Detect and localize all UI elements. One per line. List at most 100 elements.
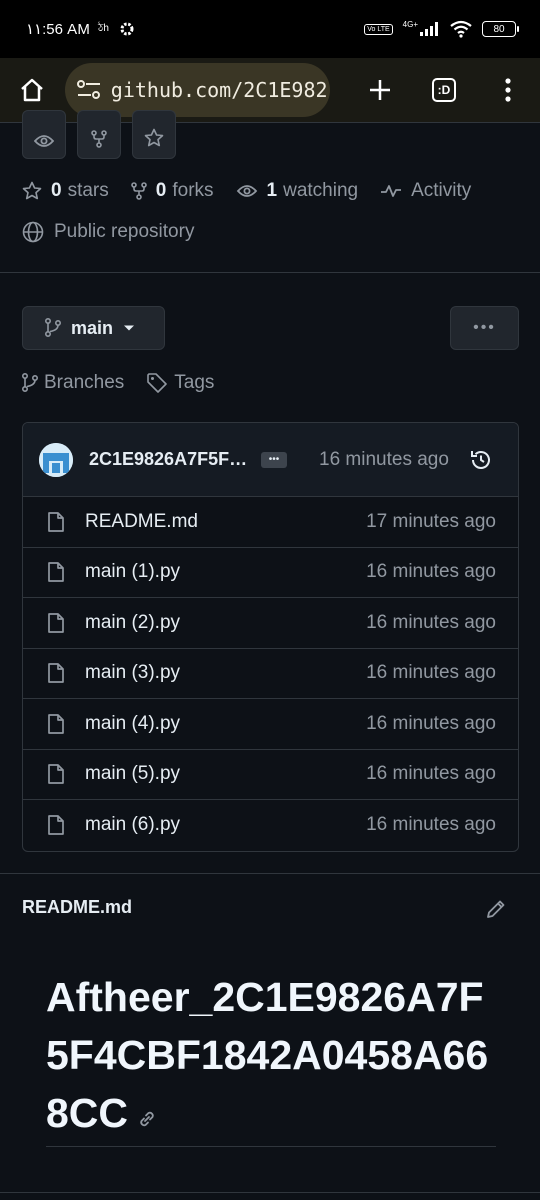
activity-link[interactable]: Activity [380,180,471,202]
title-underline [46,1146,496,1147]
file-time: 16 minutes ago [366,611,496,633]
status-right: Vo LTE 4G+ 80 [364,19,519,38]
status-time: ۱۱:56 AM [26,21,91,38]
readme-divider [0,873,540,874]
file-row[interactable]: main (3).py 16 minutes ago [23,649,518,699]
watching-label: watching [283,180,359,201]
commit-message[interactable]: 2C1E9826A7F5F… [89,449,249,470]
site-settings-icon[interactable] [75,76,103,104]
readme-filename[interactable]: README.md [22,897,132,918]
tab-count: :D [432,78,456,102]
battery-icon: 80 [482,21,519,37]
new-tab-button[interactable] [348,58,412,122]
star-icon [22,181,42,200]
avatar[interactable] [39,442,73,477]
forks-link[interactable]: 0 forks [130,180,214,202]
branch-links: Branches Tags [22,372,236,394]
branches-link[interactable]: Branches [22,372,124,394]
latest-commit[interactable]: 2C1E9826A7F5F… ••• 16 minutes ago [23,423,518,497]
file-name[interactable]: main (4).py [85,713,366,735]
branch-name: main [71,317,114,338]
wifi-icon [450,20,472,38]
file-time: 16 minutes ago [366,712,496,734]
watching-count: 1 [266,180,278,201]
tags-link[interactable]: Tags [146,372,214,394]
address-bar[interactable]: github.com/2C1E982 [64,63,330,117]
browser-actions: :D [348,58,540,122]
file-row[interactable]: main (1).py 16 minutes ago [23,548,518,598]
file-icon [48,612,64,633]
plus-icon [368,78,392,102]
network-type: 4G+ [402,19,418,29]
forks-label: forks [172,180,214,201]
watching-link[interactable]: 1 watching [236,180,359,202]
file-name[interactable]: main (3).py [85,662,366,684]
star-icon [144,128,164,148]
expand-commit-button[interactable]: ••• [261,451,287,468]
history-icon[interactable] [469,448,493,472]
section-divider [0,272,540,273]
more-options-button[interactable]: ••• [450,306,519,350]
file-time: 16 minutes ago [366,662,496,684]
pencil-icon[interactable] [485,898,507,925]
fork-icon [130,182,147,200]
branch-selector[interactable]: main [22,306,165,350]
repo-stats: 0 stars 0 forks 1 watching Activity [22,180,471,202]
home-icon [18,76,46,104]
file-name[interactable]: README.md [85,511,366,533]
stars-count: 0 [51,180,62,201]
file-name[interactable]: main (5).py [85,763,366,785]
visibility-label: Public repository [54,221,195,242]
file-icon [48,663,64,684]
eye-icon [236,185,257,197]
caret-down-icon [124,325,135,331]
file-row[interactable]: main (6).py 16 minutes ago [23,800,518,851]
status-extra: ঠh [98,22,109,34]
tags-label: Tags [174,372,215,393]
file-time: 16 minutes ago [366,814,496,836]
file-icon [48,562,64,583]
file-row[interactable]: README.md 17 minutes ago [23,497,518,548]
commit-time: 16 minutes ago [319,448,449,470]
activity-label: Activity [411,180,472,201]
file-list: 2C1E9826A7F5F… ••• 16 minutes ago README… [22,422,519,852]
link-icon[interactable] [136,1087,158,1145]
file-name[interactable]: main (6).py [85,814,366,836]
branches-label: Branches [44,372,125,393]
file-name[interactable]: main (1).py [85,561,366,583]
fork-icon [91,130,107,148]
globe-icon [22,221,44,243]
stars-label: stars [67,180,109,201]
visibility-row: Public repository [22,221,194,243]
file-name[interactable]: main (2).py [85,612,366,634]
fork-button[interactable] [77,110,121,159]
file-row[interactable]: main (5).py 16 minutes ago [23,750,518,800]
tab-switcher-button[interactable]: :D [412,58,476,122]
file-icon [48,764,64,785]
file-icon [48,511,64,532]
file-row[interactable]: main (2).py 16 minutes ago [23,598,518,649]
tag-icon [147,373,168,393]
url-text: github.com/2C1E982 [110,78,328,102]
readme-title: Aftheer_2C1E9826A7F5F4CBF1842A0458A668CC [46,968,496,1145]
watch-button[interactable] [22,110,66,159]
readme-title-text: Aftheer_2C1E9826A7F5F4CBF1842A0458A668CC [46,974,489,1136]
status-left: ۱۱:56 AM ঠh [26,20,135,38]
forks-count: 0 [155,180,167,201]
volte-icon: Vo LTE [364,23,393,35]
file-icon [48,713,64,734]
stars-link[interactable]: 0 stars [22,180,109,202]
status-bar: ۱۱:56 AM ঠh Vo LTE 4G+ 80 [0,0,540,58]
more-vertical-icon [505,78,511,102]
settings-gear-icon [119,21,135,37]
file-icon [48,815,64,836]
file-time: 16 minutes ago [366,763,496,785]
branch-icon [45,318,61,337]
file-time: 16 minutes ago [366,561,496,583]
browser-menu-button[interactable] [476,58,540,122]
star-button[interactable] [132,110,176,159]
file-row[interactable]: main (4).py 16 minutes ago [23,699,518,750]
bottom-divider [0,1192,540,1193]
signal-icon [418,21,440,37]
branch-icon [22,373,38,392]
